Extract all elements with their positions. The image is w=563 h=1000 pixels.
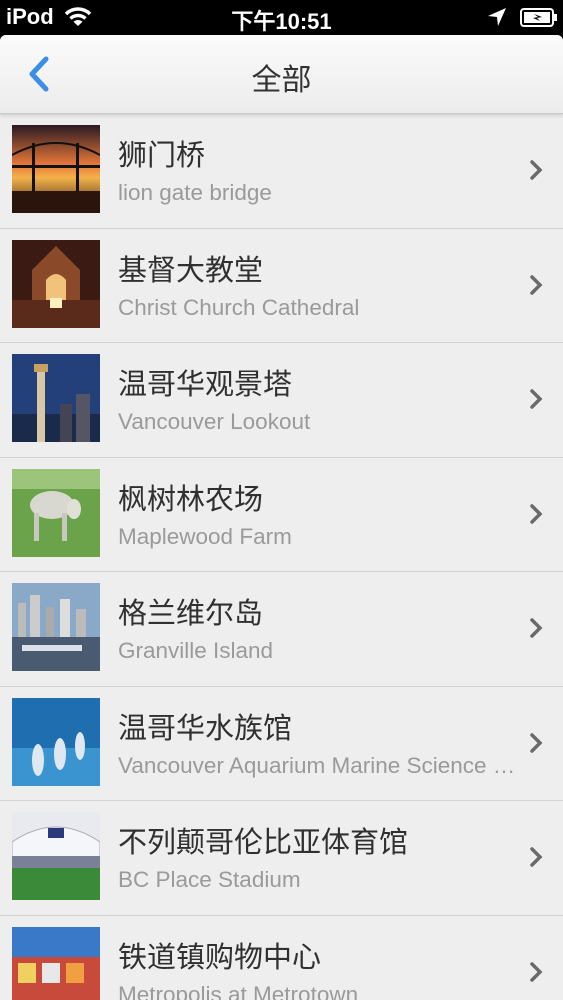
cathedral-thumbnail — [12, 239, 100, 328]
list-item[interactable]: 枫树林农场 Maplewood Farm — [0, 457, 563, 572]
list-item[interactable]: 基督大教堂 Christ Church Cathedral — [0, 228, 563, 343]
place-subtitle: BC Place Stadium — [118, 867, 301, 892]
place-title: 不列颠哥伦比亚体育馆 — [118, 825, 409, 859]
place-subtitle: Maplewood Farm — [118, 523, 292, 549]
farm-thumbnail — [12, 468, 100, 557]
list-item[interactable]: 不列颠哥伦比亚体育馆 BC Place Stadium — [0, 801, 563, 916]
list-item[interactable]: 狮门桥 lion gate bridge — [0, 114, 563, 229]
chevron-right-icon — [530, 961, 543, 982]
aquarium-thumbnail — [12, 697, 100, 786]
chevron-right-icon — [530, 618, 543, 638]
battery-icon — [520, 8, 557, 27]
mall-thumbnail — [12, 926, 100, 1000]
place-subtitle: Christ Church Cathedral — [118, 294, 360, 320]
screen: 全部 狮门桥 lion gate bridge 基督大教堂 Christ Chu… — [0, 35, 563, 1000]
chevron-right-icon — [530, 847, 543, 867]
place-title: 温哥华水族馆 — [118, 710, 293, 745]
list-item[interactable]: 铁道镇购物中心 Metropolis at Metrotown — [0, 915, 563, 1000]
status-bar: iPod 下午10:51 — [0, 0, 563, 35]
bridge-thumbnail — [12, 125, 100, 213]
place-subtitle: lion gate bridge — [118, 180, 272, 205]
chevron-right-icon — [530, 389, 543, 409]
place-subtitle: Vancouver Lookout — [118, 409, 311, 434]
place-title: 温哥华观景塔 — [118, 367, 293, 401]
place-title: 基督大教堂 — [118, 252, 264, 287]
chevron-right-icon — [530, 160, 543, 180]
list-item[interactable]: 温哥华观景塔 Vancouver Lookout — [0, 343, 563, 458]
tower-thumbnail — [12, 354, 100, 442]
chevron-right-icon — [530, 274, 543, 295]
stadium-thumbnail — [12, 812, 100, 900]
chevron-right-icon — [530, 732, 543, 753]
location-arrow-icon — [488, 8, 506, 26]
place-title: 铁道镇购物中心 — [118, 939, 322, 974]
place-list: 狮门桥 lion gate bridge 基督大教堂 Christ Church… — [0, 114, 563, 1000]
island-thumbnail — [12, 583, 100, 671]
place-title: 格兰维尔岛 — [118, 596, 264, 630]
page-title: 全部 — [251, 63, 312, 98]
place-title: 狮门桥 — [118, 138, 206, 172]
list-item[interactable]: 温哥华水族馆 Vancouver Aquarium Marine Science… — [0, 686, 563, 801]
navigation-bar: 全部 — [0, 35, 563, 114]
place-subtitle: Vancouver Aquarium Marine Science Centre — [118, 752, 526, 778]
list-item[interactable]: 格兰维尔岛 Granville Island — [0, 572, 563, 687]
place-subtitle: Granville Island — [118, 638, 274, 663]
place-title: 枫树林农场 — [118, 481, 264, 516]
place-subtitle: Metropolis at Metrotown — [118, 981, 359, 1000]
chevron-right-icon — [530, 503, 543, 524]
status-time: 下午10:51 — [231, 9, 332, 34]
